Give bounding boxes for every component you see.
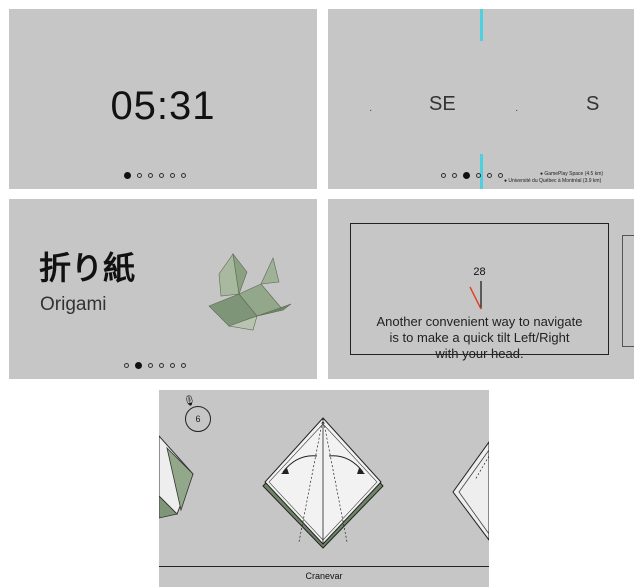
page-dot-1: [124, 172, 131, 179]
footer-divider: [159, 566, 489, 567]
page-dot-3: [148, 363, 153, 368]
page-dot-1: [441, 173, 446, 178]
page-dot-5: [487, 173, 492, 178]
poi-label: ● GamePlay Space (4.5 km): [540, 171, 604, 177]
page-dot-4: [159, 363, 164, 368]
page-indicator: [441, 172, 503, 179]
page-dot-2: [137, 173, 142, 178]
tilt-message-box: 28 Another convenient way to navigate is…: [350, 223, 609, 361]
location-pin-icon: ●: [540, 171, 544, 177]
heading-marker-top: [480, 9, 483, 41]
origami-crane-image: [208, 252, 292, 331]
compass-heading-se: SE: [429, 93, 456, 115]
page-dot-3: [148, 173, 153, 178]
previous-step-fold-image: [159, 435, 194, 519]
page-dot-5: [170, 173, 175, 178]
instructions-card: 🎙 6 Cranevar: [159, 390, 489, 587]
page-indicator: [124, 362, 186, 369]
page-dot-6: [181, 173, 186, 178]
microphone-icon: 🎙: [183, 396, 196, 407]
next-step-fold-image: [452, 441, 489, 541]
tilt-indicator-icon: [469, 281, 482, 310]
footer-label: Cranevar: [305, 571, 343, 581]
page-dot-5: [170, 363, 175, 368]
title-romaji: Origami: [40, 294, 107, 315]
compass-heading-s: S: [586, 93, 600, 115]
clock-card: 05:31: [9, 9, 317, 189]
title-japanese: 折り紙: [39, 250, 136, 286]
tilt-card: 28 Another convenient way to navigate is…: [328, 199, 634, 379]
tilt-value: 28: [473, 266, 486, 278]
page-dot-4: [476, 173, 481, 178]
title-card: 折り紙 Origami: [9, 199, 317, 379]
page-dot-2: [135, 362, 142, 369]
page-dot-3: [463, 172, 470, 179]
poi-label: ● Université du Québec à Montréal (3.9 k…: [504, 178, 602, 184]
page-dot-2: [452, 173, 457, 178]
clock-time: 05:31: [110, 84, 216, 128]
page-indicator: [124, 172, 186, 179]
page-dot-4: [159, 173, 164, 178]
current-step-fold-diagram: [262, 417, 384, 549]
tilt-message: Another convenient way to navigate is to…: [376, 314, 583, 361]
next-card-edge: [622, 235, 634, 347]
location-pin-icon: ●: [504, 178, 508, 184]
compass-card: · SE · S ● GamePlay Space (4.5 km) ● Uni…: [328, 9, 634, 189]
compass-tick: ·: [515, 105, 519, 116]
page-dot-1: [124, 363, 129, 368]
page-dot-6: [498, 173, 503, 178]
compass-tick: ·: [369, 105, 373, 116]
page-dot-6: [181, 363, 186, 368]
